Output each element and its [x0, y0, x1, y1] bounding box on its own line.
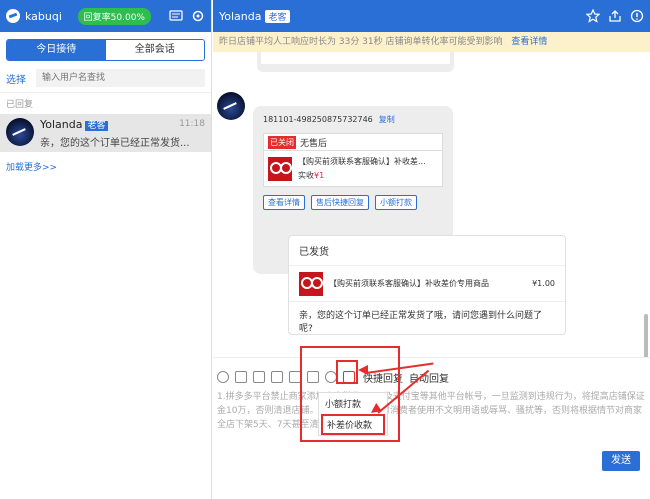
product-image	[299, 271, 323, 296]
shipped-title: 已发货	[289, 236, 565, 266]
sidebar-header: kabuqi 回复率50.00%	[0, 0, 211, 32]
paid-label: 实收	[298, 171, 314, 180]
chat-header: Yolanda 老客	[213, 0, 650, 32]
chat-customer-name: Yolanda	[219, 9, 262, 23]
customer-tag: 老客	[85, 121, 108, 131]
after-sale-text: 无售后	[300, 138, 328, 149]
warning-icon[interactable]	[630, 9, 644, 23]
copy-link[interactable]: 复制	[379, 115, 395, 124]
section-title: 已回复	[6, 100, 34, 110]
search-row: 选择	[0, 61, 211, 93]
image-icon[interactable]	[235, 371, 247, 383]
product-price: ¥1.00	[532, 279, 555, 288]
annotation-arrowhead	[358, 365, 368, 375]
search-input[interactable]	[36, 69, 205, 87]
product-row: 【购买前须联系客服确认】补收差... 实收¥1	[263, 151, 443, 187]
chat-panel: Yolanda 老客 昨日店铺平均人工响应时长为 33分 31秒 店铺询单转化率…	[213, 0, 650, 499]
message-input[interactable]: 1.拼多多平台禁止商家添加个人微信、QQ及支付宝等其他平台帐号，一旦监测到违规行…	[213, 386, 650, 436]
chat-customer-tag: 老客	[265, 9, 290, 23]
star-icon[interactable]	[586, 9, 600, 23]
message-time: 11:18	[179, 119, 205, 129]
file-icon[interactable]	[271, 371, 283, 383]
message-area: 181101-498250875732746 复制 已关闭 无售后 【购买前须联系客…	[213, 52, 650, 357]
closed-badge: 已关闭	[268, 135, 296, 149]
reply-rate-badge: 回复率50.00%	[77, 7, 151, 25]
shipped-message: 亲，您的这个订单已经正常发货了哦，请问您遇到什么问题了呢?	[299, 311, 543, 334]
list-item[interactable]: Yolanda 老客 亲，您的这个订单已经正常发货... 11:18	[0, 114, 211, 152]
app-logo-icon	[6, 9, 20, 23]
customer-name: Yolanda	[40, 118, 83, 131]
send-button[interactable]: 发送	[602, 451, 640, 471]
emoji-icon[interactable]	[217, 371, 229, 383]
small-payment-button[interactable]: 小额打款	[375, 195, 417, 210]
notice-bar: 昨日店铺平均人工响应时长为 33分 31秒 店铺询单转化率可能受到影响 查看详情	[213, 32, 650, 52]
annotation-box	[336, 360, 358, 384]
after-sale-reply-button[interactable]: 售后快捷回复	[311, 195, 369, 210]
notice-text: 昨日店铺平均人工响应时长为 33分 31秒 店铺询单转化率可能受到影响	[219, 37, 503, 47]
conversation-tabs: 今日接待 全部会话	[6, 39, 205, 61]
order-number: 181101-498250875732746	[263, 115, 373, 124]
product-title: 【购买前须联系客服确认】补收差价专用商品	[329, 279, 489, 288]
gear-icon[interactable]	[191, 9, 205, 23]
load-more-link[interactable]: 加载更多>>	[0, 152, 211, 181]
previous-message	[257, 52, 454, 72]
product-image	[268, 156, 292, 181]
view-details-button[interactable]: 查看详情	[263, 195, 305, 210]
app-name: kabuqi	[25, 9, 62, 23]
product-title: 【购买前须联系客服确认】补收差...	[298, 157, 426, 166]
tab-all[interactable]: 全部会话	[105, 40, 204, 60]
select-button[interactable]: 选择	[6, 71, 26, 86]
scissors-icon[interactable]	[253, 371, 265, 383]
share-icon[interactable]	[608, 9, 622, 23]
last-message: 亲，您的这个订单已经正常发货...	[40, 138, 190, 149]
input-area: 快捷回复 自动回复 1.拼多多平台禁止商家添加个人微信、QQ及支付宝等其他平台帐…	[213, 357, 650, 499]
product-row: 【购买前须联系客服确认】补收差价专用商品 ¥1.00	[289, 266, 565, 302]
message-list-icon[interactable]	[169, 9, 183, 23]
tab-today[interactable]: 今日接待	[7, 40, 106, 60]
notice-detail-link[interactable]: 查看详情	[511, 37, 547, 47]
paid-value: ¥1	[314, 171, 325, 180]
avatar	[6, 118, 34, 146]
scrollbar[interactable]	[644, 314, 648, 357]
shipped-card: 已发货 【购买前须联系客服确认】补收差价专用商品 ¥1.00 亲，您的这个订单已…	[288, 235, 566, 335]
conversation-sidebar: kabuqi 回复率50.00% 今日接待 全部会话 选择 已回复 Yoland…	[0, 0, 212, 499]
avatar	[217, 92, 245, 120]
